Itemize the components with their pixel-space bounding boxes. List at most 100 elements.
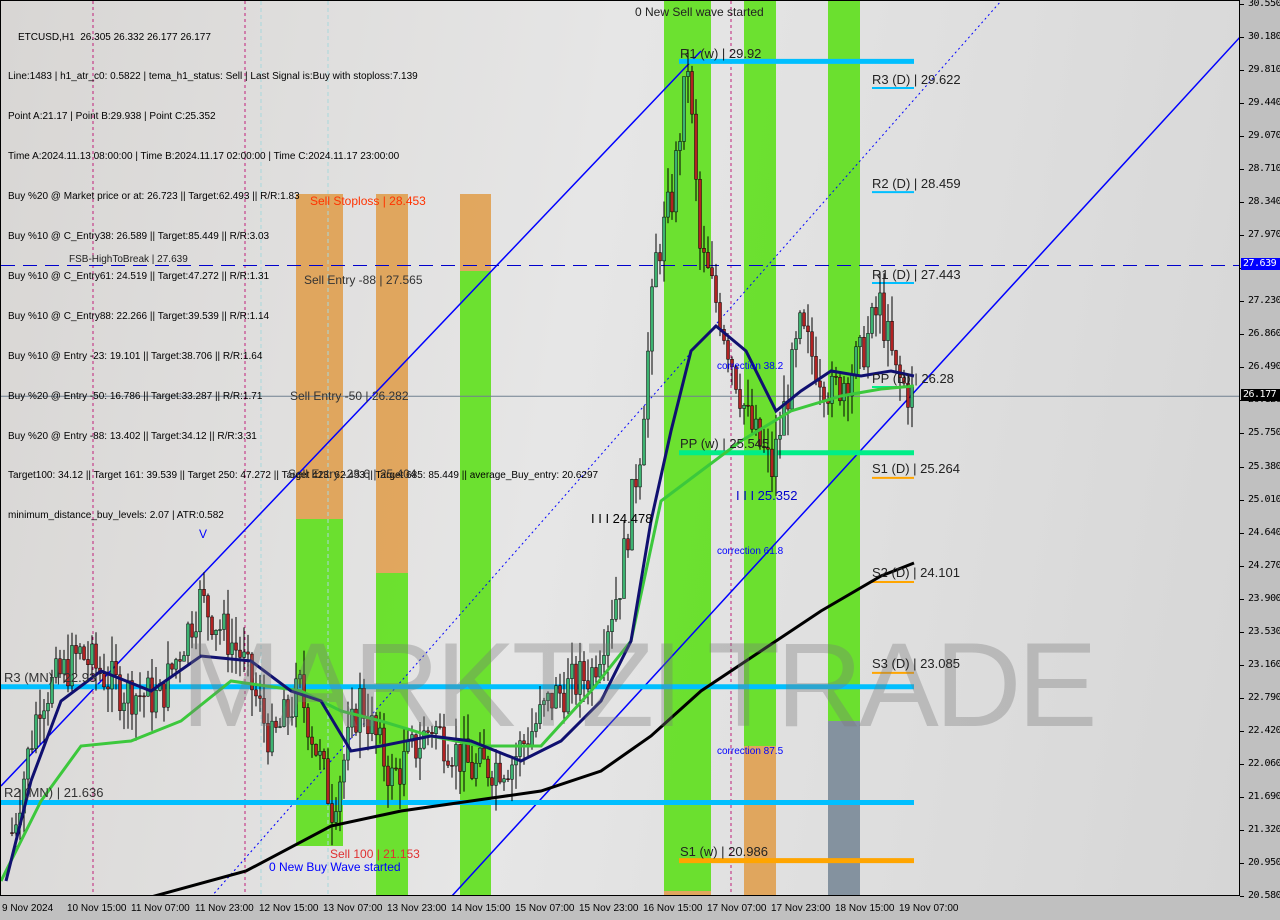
price-tick-mark — [1240, 499, 1244, 501]
candle — [842, 383, 846, 402]
price-tick-label: 25.010 — [1248, 493, 1280, 505]
price-tick-label: 23.160 — [1248, 659, 1280, 671]
fsb-high-label: FSB-HighToBreak | 27.639 — [69, 254, 188, 265]
signal-band — [744, 746, 776, 895]
price-tick-mark — [1240, 632, 1244, 634]
price-tick-mark — [1240, 367, 1244, 369]
price-tick-label: 25.380 — [1248, 460, 1280, 472]
candle — [494, 762, 498, 786]
candle — [618, 598, 622, 600]
buy-wave-label: 0 New Buy Wave started — [269, 860, 401, 874]
candle — [34, 714, 38, 749]
time-tick-label: 17 Nov 23:00 — [771, 903, 831, 914]
sell-stoploss-label: Sell Stoploss | 28.453 — [310, 194, 426, 208]
price-tick-mark — [1240, 234, 1244, 236]
candle — [646, 350, 650, 420]
candle — [794, 338, 798, 350]
price-tick-mark — [1240, 698, 1244, 700]
candle — [798, 312, 802, 339]
time-tick-label: 14 Nov 15:00 — [451, 903, 511, 914]
candle — [810, 331, 814, 357]
price-tick-label: 30.180 — [1248, 31, 1280, 43]
candle — [446, 760, 450, 766]
r3-daily-label: R3 (D) | 29.622 — [872, 72, 961, 87]
candle — [94, 643, 98, 669]
time-tick-label: 11 Nov 23:00 — [195, 903, 254, 914]
price-chart[interactable]: MARKTZI TRADE ETCUSD,H1 26.305 26.332 26… — [0, 0, 1240, 896]
candle — [702, 248, 706, 253]
price-tick-label: 21.690 — [1248, 790, 1280, 802]
candle — [670, 191, 674, 213]
price-tick-mark — [1240, 532, 1244, 534]
candle — [126, 680, 130, 704]
price-tick-label: 26.860 — [1248, 328, 1280, 340]
wave-b-label: I I I 24.478 — [591, 511, 653, 526]
time-axis[interactable]: 9 Nov 2024 10 Nov 15:00 11 Nov 07:00 11 Nov… — [0, 896, 1240, 920]
candle — [806, 325, 810, 333]
current-price-tag: 26.177 — [1241, 389, 1280, 402]
time-tick-label: 18 Nov 15:00 — [835, 903, 895, 914]
s1-weekly-label: S1 (w) | 20.986 — [680, 844, 768, 859]
time-tick-label: 12 Nov 15:00 — [259, 903, 319, 914]
time-tick-label: 15 Nov 23:00 — [579, 903, 639, 914]
candle — [26, 748, 30, 780]
price-tick-mark — [1240, 796, 1244, 798]
candle — [802, 312, 806, 327]
correction-61-label: correction 61.8 — [717, 546, 784, 557]
candle — [834, 375, 838, 378]
r3-monthly-label: R3 (MN) | 22.93 — [4, 670, 97, 685]
candle — [78, 646, 82, 654]
price-tick-label: 29.810 — [1248, 64, 1280, 76]
candle — [154, 690, 158, 713]
candle — [854, 346, 858, 376]
sell-entry-88-label: Sell Entry -88 | 27.565 — [304, 273, 423, 287]
price-tick-mark — [1240, 103, 1244, 105]
candle — [718, 302, 722, 330]
wave-c-label: I I I 25.352 — [736, 488, 798, 503]
candle — [678, 141, 682, 151]
candle — [162, 683, 166, 708]
candle — [42, 710, 46, 719]
price-tick-mark — [1240, 136, 1244, 138]
candle — [474, 762, 478, 779]
sell-wave-label: 0 New Sell wave started — [635, 5, 764, 19]
price-tick-mark — [1240, 665, 1244, 667]
candle — [754, 418, 758, 430]
price-tick-label: 22.790 — [1248, 692, 1280, 704]
price-tick-label: 25.750 — [1248, 427, 1280, 439]
candle — [114, 661, 118, 676]
candle — [342, 759, 346, 783]
s2-daily-label: S2 (D) | 24.101 — [872, 565, 960, 580]
price-axis[interactable]: 30.550 30.180 29.810 29.440 29.070 28.710 28.3… — [1240, 0, 1280, 920]
price-tick-mark — [1240, 433, 1244, 435]
price-tick-mark — [1240, 731, 1244, 733]
candle — [506, 778, 510, 780]
candle — [498, 762, 502, 783]
price-tick-label: 23.530 — [1248, 626, 1280, 638]
r2-monthly-label: R2 (MN) | 21.636 — [4, 785, 104, 800]
candle — [634, 478, 638, 488]
price-tick-mark — [1240, 37, 1244, 39]
candle — [818, 380, 822, 388]
candle — [174, 659, 178, 670]
time-tick-label: 13 Nov 23:00 — [387, 903, 447, 914]
time-tick-label: 10 Nov 15:00 — [67, 903, 127, 914]
r2-daily-label: R2 (D) | 28.459 — [872, 176, 961, 191]
candle — [106, 686, 110, 690]
info-line: minimum_distance_buy_levels: 2.07 | ATR:… — [8, 510, 224, 522]
candle — [750, 405, 754, 430]
candle — [394, 767, 398, 770]
candle — [386, 765, 390, 786]
price-tick-label: 22.420 — [1248, 725, 1280, 737]
sell-entry-50-label: Sell Entry -50 | 26.282 — [290, 389, 409, 403]
s3-daily-label: S3 (D) | 23.085 — [872, 656, 960, 671]
price-tick-label: 20.950 — [1248, 856, 1280, 868]
candle — [202, 589, 206, 596]
price-tick-label: 28.340 — [1248, 195, 1280, 207]
price-tick-mark — [1240, 466, 1244, 468]
candle — [330, 803, 334, 823]
candle — [774, 438, 778, 477]
price-tick-mark — [1240, 334, 1244, 336]
info-line: Buy %10 @ C_Entry38: 26.589 || Target:85… — [8, 231, 270, 243]
price-tick-label: 22.060 — [1248, 757, 1280, 769]
